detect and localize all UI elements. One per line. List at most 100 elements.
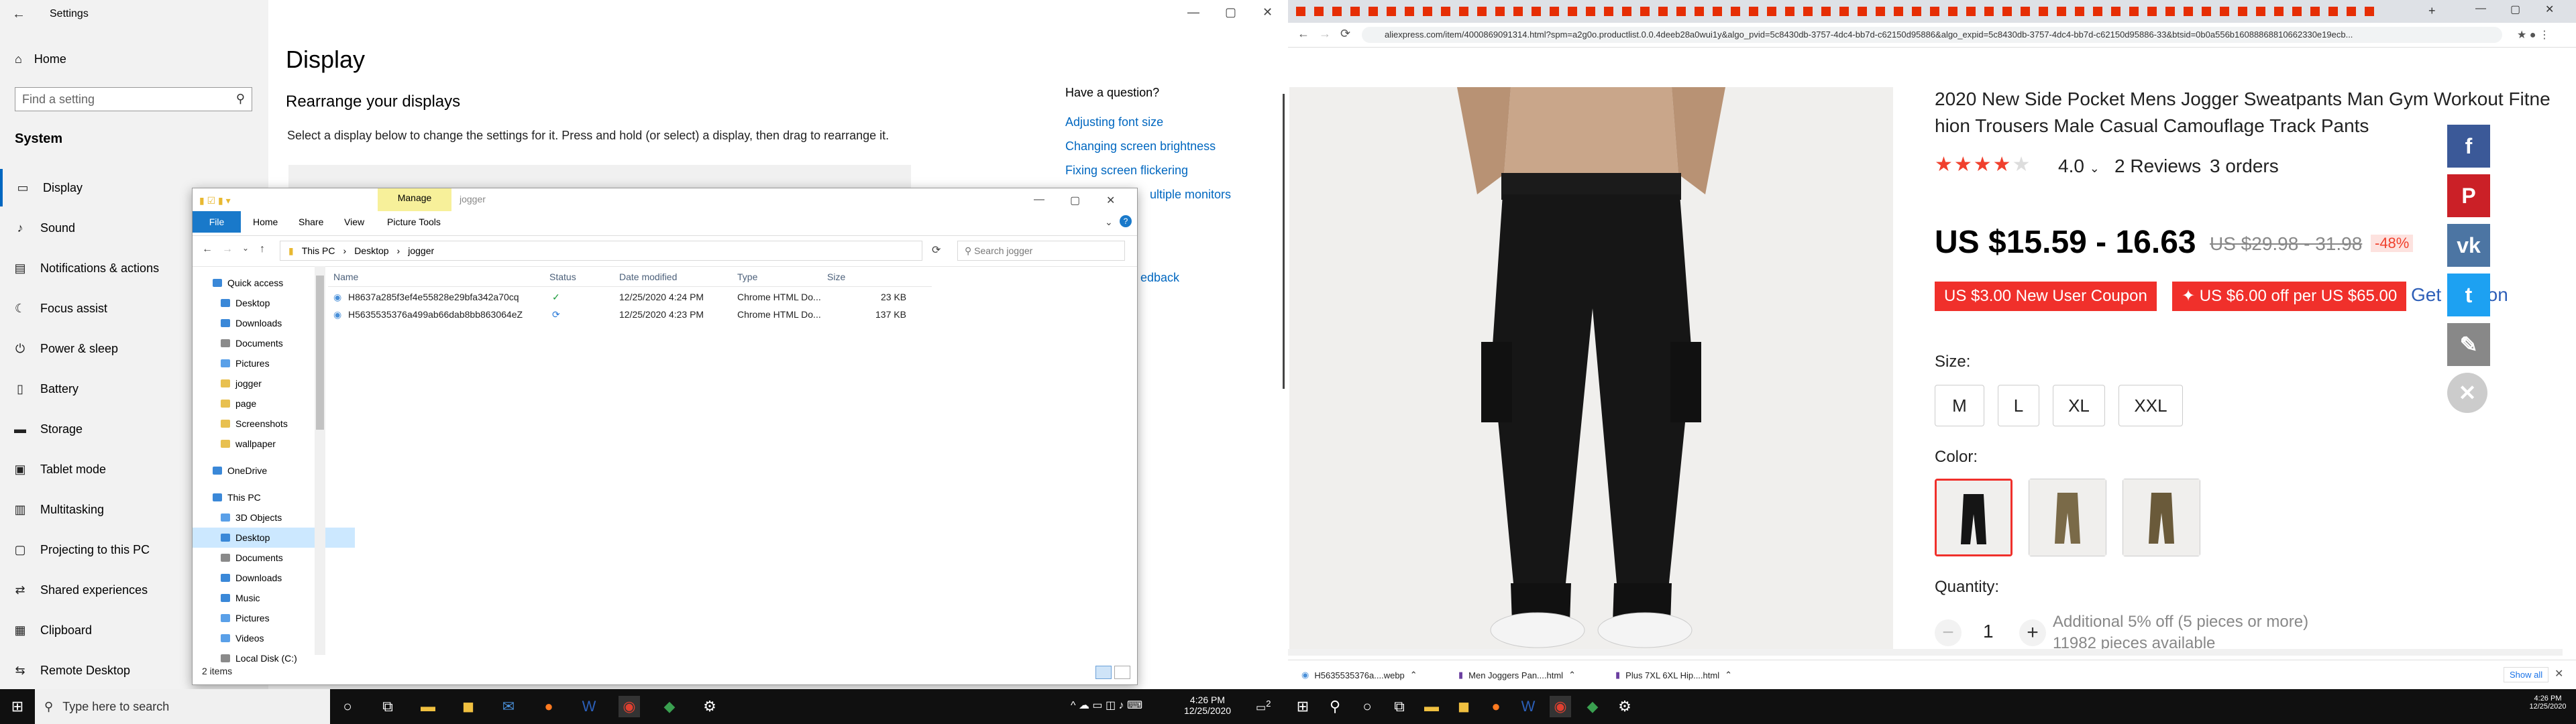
browser-tab[interactable] (1876, 7, 1885, 16)
firefox-icon[interactable]: ● (538, 696, 559, 717)
file-explorer-icon[interactable]: ▬ (417, 696, 439, 717)
maximize-icon[interactable]: ▢ (1225, 5, 1236, 19)
color-option-camo-2[interactable] (2123, 479, 2200, 556)
color-option-camo-1[interactable] (2029, 479, 2106, 556)
twitter-icon[interactable]: t (2447, 274, 2490, 316)
new-user-coupon[interactable]: US $3.00 New User Coupon (1935, 282, 2157, 311)
rating-value[interactable]: 4.0 ⌄ (2058, 156, 2100, 177)
color-option-black[interactable] (1935, 479, 2012, 556)
edit-icon[interactable]: ✎ (2447, 323, 2490, 366)
system-tray-icons[interactable]: ^ ☁ ▭ ◫ ♪ ⌨ (1071, 699, 1142, 712)
store-icon[interactable]: ◼ (1453, 696, 1474, 717)
browser-tab[interactable] (2220, 7, 2229, 16)
table-row[interactable]: ◉ H5635535376a499ab66dab8bb863064eZ ⟳ 12… (328, 306, 932, 324)
browser-tab[interactable] (1441, 7, 1450, 16)
app-icon[interactable]: ◆ (1582, 696, 1603, 717)
column-header-type[interactable]: Type (737, 272, 757, 282)
firefox-icon[interactable]: ● (1485, 696, 1507, 717)
browser-tab[interactable] (1731, 7, 1740, 16)
browser-tab[interactable] (2274, 7, 2284, 16)
breadcrumb-this-pc[interactable]: This PC (302, 245, 335, 256)
details-view-icon[interactable] (1095, 666, 1112, 679)
vk-icon[interactable]: vk (2447, 224, 2490, 267)
browser-tab[interactable] (2347, 7, 2356, 16)
pinterest-icon[interactable]: P (2447, 174, 2490, 217)
store-coupon[interactable]: ✦ US $6.00 off per US $65.00 (2172, 282, 2407, 311)
back-arrow-icon[interactable]: ← (1297, 27, 1309, 41)
cortana-icon[interactable]: ○ (1356, 696, 1378, 717)
browser-tab[interactable] (1984, 7, 1994, 16)
help-link-flickering[interactable]: Fixing screen flickering (1065, 164, 1188, 178)
browser-tab[interactable] (1459, 7, 1468, 16)
close-icon[interactable]: ✕ (2447, 373, 2487, 413)
browser-tab[interactable] (1622, 7, 1631, 16)
browser-tab[interactable] (1676, 7, 1686, 16)
browser-tab[interactable] (1785, 7, 1794, 16)
search-icon[interactable]: ⚲ (1324, 696, 1346, 717)
reload-icon[interactable]: ⟳ (1340, 27, 1350, 41)
task-view-icon[interactable]: ⧉ (1389, 696, 1410, 717)
tab-share[interactable]: Share (299, 217, 323, 227)
browser-tab[interactable] (1477, 7, 1487, 16)
browser-tab[interactable] (1550, 7, 1559, 16)
address-bar[interactable]: ▮ This PC › Desktop › jogger (280, 241, 922, 261)
column-header-date[interactable]: Date modified (619, 272, 677, 282)
settings-gear-icon[interactable]: ⚙ (699, 696, 720, 717)
browser-tab[interactable] (1296, 7, 1305, 16)
browser-tab[interactable] (1803, 7, 1813, 16)
help-link-font-size[interactable]: Adjusting font size (1065, 115, 1163, 129)
close-icon[interactable]: ✕ (2545, 3, 2554, 16)
size-option-xxl[interactable]: XXL (2118, 385, 2183, 426)
browser-tab[interactable] (2075, 7, 2084, 16)
browser-tab[interactable] (2202, 7, 2211, 16)
home-nav-item[interactable]: ⌂ Home (15, 52, 66, 66)
browser-tab[interactable] (2365, 7, 2374, 16)
browser-tab[interactable] (1387, 7, 1396, 16)
forward-arrow-icon[interactable]: → (222, 243, 233, 255)
browser-tab[interactable] (1749, 7, 1758, 16)
back-arrow-icon[interactable]: ← (202, 243, 213, 255)
maximize-icon[interactable]: ▢ (1070, 194, 1080, 207)
browser-tab[interactable] (1858, 7, 1867, 16)
extensions-icon[interactable]: ★ ● ⋮ (2517, 28, 2550, 42)
tab-home[interactable]: Home (253, 217, 278, 227)
notifications-icon[interactable]: ▭2 (1256, 699, 1271, 714)
browser-tab[interactable] (2039, 7, 2048, 16)
browser-tab[interactable] (1586, 7, 1595, 16)
browser-tab[interactable] (1405, 7, 1414, 16)
product-image[interactable] (1289, 84, 1893, 656)
browser-tab[interactable] (1930, 7, 1939, 16)
browser-tab[interactable] (1966, 7, 1976, 16)
size-option-xl[interactable]: XL (2053, 385, 2105, 426)
breadcrumb-jogger[interactable]: jogger (408, 245, 434, 256)
browser-tab[interactable] (2021, 7, 2030, 16)
browser-tab[interactable] (1423, 7, 1432, 16)
taskbar-clock[interactable]: 4:26 PM 12/25/2020 (2522, 695, 2573, 711)
browser-tab[interactable] (2002, 7, 2012, 16)
download-item[interactable]: ▮ Plus 7XL 6XL Hip....html ⌃ (1615, 667, 1732, 683)
size-option-l[interactable]: L (1998, 385, 2039, 426)
cortana-icon[interactable]: ○ (337, 696, 358, 717)
forward-arrow-icon[interactable]: → (1319, 27, 1331, 41)
minimize-icon[interactable]: — (2475, 3, 2486, 15)
explorer-search-input[interactable]: ⚲ Search jogger (957, 241, 1125, 261)
maximize-icon[interactable]: ▢ (2510, 3, 2520, 16)
table-row[interactable]: ◉ H8637a285f3ef4e55828e29bfa342a70cq ✓ 1… (328, 289, 932, 306)
horizontal-scrollbar[interactable] (1288, 649, 2563, 656)
browser-tab[interactable] (1658, 7, 1668, 16)
size-option-m[interactable]: M (1935, 385, 1984, 426)
minimize-icon[interactable]: — (1187, 5, 1199, 19)
close-icon[interactable]: ✕ (2555, 667, 2563, 680)
taskbar-search-box[interactable]: ⚲ Type here to search (35, 689, 330, 724)
windows-start-icon[interactable]: ⊞ (7, 696, 28, 717)
chevron-down-icon[interactable]: ⌄ (1105, 217, 1113, 228)
store-icon[interactable]: ◼ (458, 696, 479, 717)
breadcrumb-desktop[interactable]: Desktop (354, 245, 388, 256)
browser-tab[interactable] (1495, 7, 1505, 16)
browser-tab[interactable] (2184, 7, 2193, 16)
taskbar-clock[interactable]: 4:26 PM 12/25/2020 (1181, 695, 1234, 716)
tab-view[interactable]: View (344, 217, 364, 227)
help-link-brightness[interactable]: Changing screen brightness (1065, 139, 1216, 154)
tab-file[interactable]: File (193, 211, 241, 233)
column-header-status[interactable]: Status (549, 272, 576, 282)
